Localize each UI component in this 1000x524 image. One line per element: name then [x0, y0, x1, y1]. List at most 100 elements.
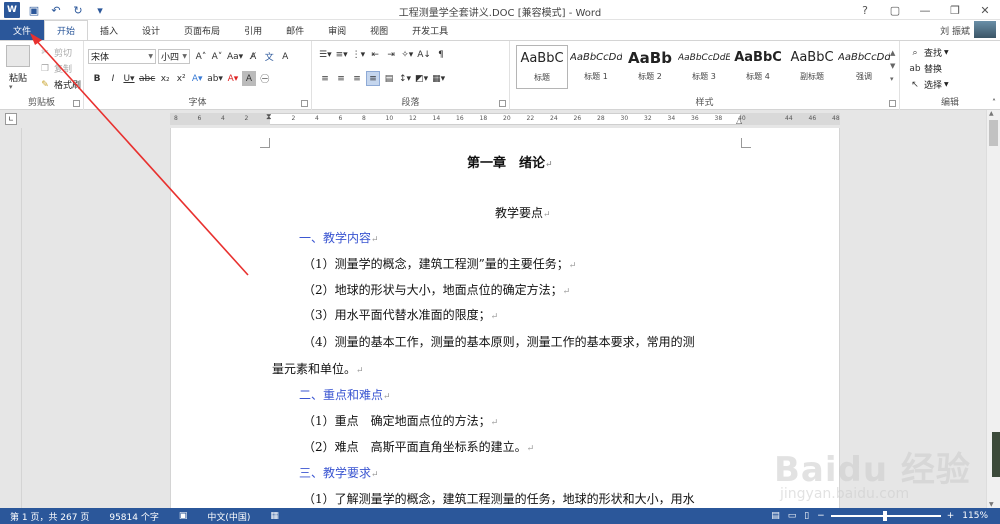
paragraph-launcher-icon[interactable]: [499, 100, 506, 107]
format-painter-button[interactable]: ✎ 格式刷: [38, 77, 81, 92]
borders-icon[interactable]: ▦▾: [431, 71, 446, 86]
copy-button[interactable]: ❐ 复制: [38, 61, 72, 76]
tab-view[interactable]: 视图: [358, 20, 400, 40]
zoom-level[interactable]: 115%: [960, 511, 990, 521]
underline-icon[interactable]: U▾: [122, 71, 136, 86]
replace-button[interactable]: ab 替换: [908, 61, 942, 76]
styles-launcher-icon[interactable]: [889, 100, 896, 107]
tab-selector[interactable]: ∟: [5, 113, 17, 125]
multilevel-list-icon[interactable]: ⋮▾: [351, 47, 367, 62]
tab-layout[interactable]: 页面布局: [172, 20, 232, 40]
numbering-icon[interactable]: ≡▾: [335, 47, 349, 62]
superscript-icon[interactable]: x²: [174, 71, 188, 86]
indent-marker-icon[interactable]: ⧗: [266, 112, 274, 126]
help-button[interactable]: ?: [850, 0, 880, 20]
tab-file[interactable]: 文件: [0, 20, 44, 40]
ruler-tick-label: 2: [244, 115, 249, 122]
tab-design[interactable]: 设计: [130, 20, 172, 40]
shrink-font-icon[interactable]: A˅: [210, 49, 224, 64]
subscript-icon[interactable]: x₂: [158, 71, 172, 86]
zoom-out-icon[interactable]: −: [815, 511, 827, 521]
show-marks-icon[interactable]: ¶: [434, 47, 448, 62]
select-button[interactable]: ↖ 选择 ▼: [908, 77, 948, 92]
scroll-up-icon[interactable]: ▲: [989, 110, 994, 117]
style-item[interactable]: AaBbCcDdE 标题 3: [678, 45, 730, 89]
italic-icon[interactable]: I: [106, 71, 120, 86]
collapse-ribbon-icon[interactable]: ˄: [992, 98, 996, 107]
align-left-icon[interactable]: ≡: [318, 71, 332, 86]
styles-scroll[interactable]: ▲ ▼ ▾: [890, 47, 895, 86]
highlight-icon[interactable]: ab▾: [206, 71, 224, 86]
distributed-icon[interactable]: ▤: [382, 71, 396, 86]
clear-format-icon[interactable]: A̸: [246, 49, 260, 64]
tab-mailings[interactable]: 邮件: [274, 20, 316, 40]
font-color-icon[interactable]: A▾: [226, 71, 240, 86]
style-item[interactable]: AaBbC 标题 4: [732, 45, 784, 89]
tab-insert[interactable]: 插入: [88, 20, 130, 40]
baidu-watermark: Baidu 经验 jingyan.baidu.com: [750, 440, 980, 510]
style-item[interactable]: AaBbCcDd 标题 1: [570, 45, 622, 89]
align-right-icon[interactable]: ≡: [350, 71, 364, 86]
pinyin-icon[interactable]: 文: [262, 49, 276, 64]
style-preview: AaBbCcDd: [838, 52, 890, 63]
language-status[interactable]: 中文(中国): [197, 510, 260, 523]
increase-indent-icon[interactable]: ⇥: [384, 47, 398, 62]
document-page[interactable]: 第一章 绪论↵ 教学要点↵ 一、教学内容↵ （1）测量学的概念，建筑工程测”量的…: [170, 128, 840, 508]
macro-icon[interactable]: ▦: [260, 511, 289, 521]
zoom-in-icon[interactable]: +: [945, 511, 957, 521]
word-count[interactable]: 95814 个字: [99, 510, 169, 523]
tab-review[interactable]: 审阅: [316, 20, 358, 40]
cut-label: 剪切: [54, 49, 73, 59]
avatar[interactable]: [974, 21, 996, 38]
proofing-icon[interactable]: ▣: [169, 511, 198, 521]
style-item[interactable]: AaBbCcDd 强调: [838, 45, 890, 89]
char-shading-icon[interactable]: A: [241, 71, 256, 86]
zoom-thumb[interactable]: [882, 511, 887, 521]
web-layout-icon[interactable]: ▯: [802, 511, 811, 521]
tab-home[interactable]: 开始: [44, 20, 89, 40]
sort-icon[interactable]: A↓: [416, 47, 432, 62]
right-indent-marker-icon[interactable]: △: [736, 116, 742, 125]
paste-dropdown-icon[interactable]: ▾: [9, 83, 13, 91]
bullets-icon[interactable]: ☰▾: [318, 47, 333, 62]
ribbon-display-icon[interactable]: ▢: [880, 0, 910, 20]
clipboard-launcher-icon[interactable]: [73, 100, 80, 107]
chinese-layout-icon[interactable]: ✧▾: [400, 47, 414, 62]
scroll-thumb[interactable]: [989, 120, 998, 146]
align-center-icon[interactable]: ≡: [334, 71, 348, 86]
enclose-char-icon[interactable]: ㊀: [258, 71, 272, 86]
style-item[interactable]: AaBb 标题 2: [624, 45, 676, 89]
paste-icon[interactable]: [6, 45, 30, 67]
read-mode-icon[interactable]: ▤: [769, 511, 782, 521]
search-icon: ⌕: [912, 47, 918, 58]
text-effects-icon[interactable]: A▾: [190, 71, 204, 86]
shading-icon[interactable]: ◩▾: [414, 71, 429, 86]
cut-button[interactable]: ✂ 剪切: [38, 45, 72, 60]
close-button[interactable]: ✕: [970, 0, 1000, 20]
font-name-combo[interactable]: 宋体 ▼: [88, 49, 156, 64]
copy-icon: ❐: [40, 63, 50, 74]
font-launcher-icon[interactable]: [301, 100, 308, 107]
change-case-icon[interactable]: Aa▾: [226, 49, 244, 64]
page-count[interactable]: 第 1 页，共 267 页: [0, 510, 99, 523]
line-spacing-icon[interactable]: ↕▾: [398, 71, 412, 86]
tab-references[interactable]: 引用: [232, 20, 274, 40]
font-size-combo[interactable]: 小四 ▼: [158, 49, 190, 64]
find-button[interactable]: ⌕ 查找 ▼: [908, 45, 948, 60]
justify-icon[interactable]: ≡: [366, 71, 380, 86]
minimize-button[interactable]: —: [910, 0, 940, 20]
style-item[interactable]: AaBbC 标题: [516, 45, 568, 89]
restore-button[interactable]: ❐: [940, 0, 970, 20]
strikethrough-icon[interactable]: abc: [138, 71, 156, 86]
section-heading: 一、教学内容↵: [299, 231, 379, 245]
char-border-icon[interactable]: A: [278, 49, 292, 64]
decrease-indent-icon[interactable]: ⇤: [368, 47, 382, 62]
user-name[interactable]: 刘 振斌: [940, 24, 970, 37]
scroll-down-icon[interactable]: ▼: [989, 501, 994, 508]
zoom-slider[interactable]: [830, 511, 941, 521]
style-item[interactable]: AaBbC 副标题: [786, 45, 838, 89]
grow-font-icon[interactable]: A˄: [194, 49, 208, 64]
print-layout-icon[interactable]: ▭: [786, 511, 799, 521]
bold-icon[interactable]: B: [90, 71, 104, 86]
tab-developer[interactable]: 开发工具: [400, 20, 460, 40]
